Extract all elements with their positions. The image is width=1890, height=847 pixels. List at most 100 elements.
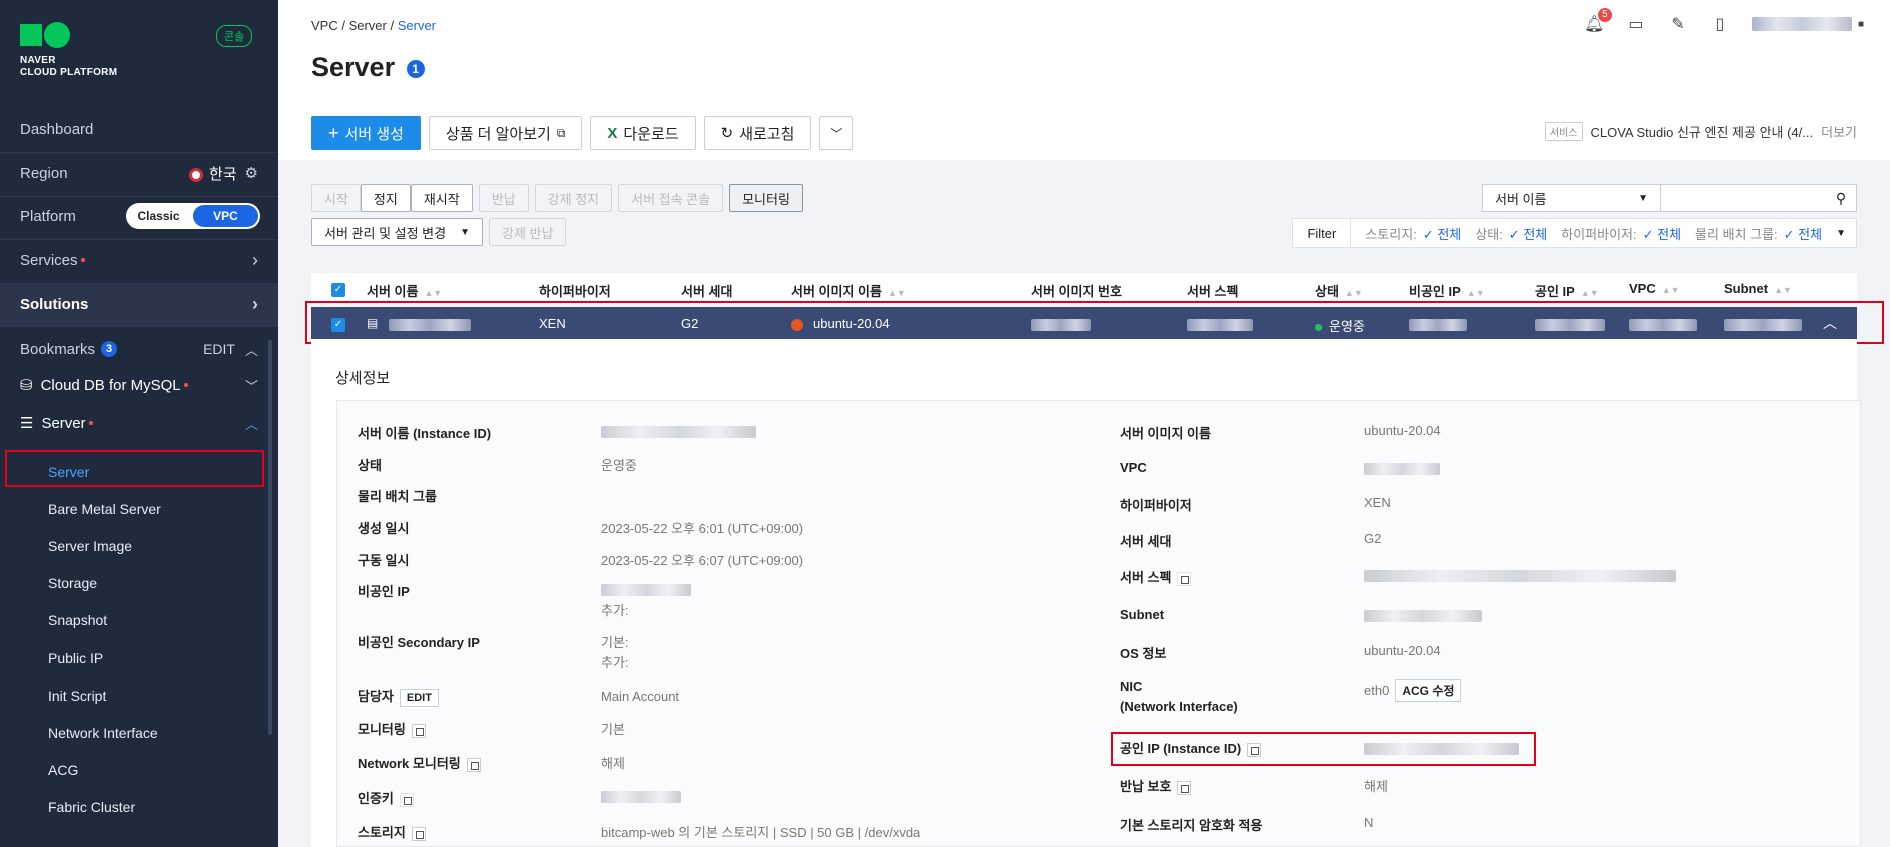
detail-private-ip-add: 추가: [601,603,629,618]
filter-storage[interactable]: 스토리지: ✓ 전체 [1365,224,1461,243]
detail-server-name-redacted [601,423,756,438]
filter-label[interactable]: Filter [1293,219,1352,247]
detail-label-private-ip: 비공인 IP [358,584,410,599]
detail-label-image-name: 서버 이미지 이름 [1120,426,1211,441]
detail-owner: Main Account [601,689,680,704]
owner-edit-button[interactable]: EDIT [399,689,439,707]
help-badge-icon[interactable]: 1 [406,59,425,78]
start-button[interactable]: 시작 [311,184,361,212]
platform-toggle[interactable]: Classic VPC [126,203,260,229]
col-image-name[interactable]: 서버 이미지 이름 ▲▼ [791,281,906,300]
top-icons: 🔔︎ 5 ▭ ✎ ▯ ■ [1584,8,1864,34]
naver-cloud-logo[interactable]: NAVER CLOUD PLATFORM [20,22,117,79]
sidebar-item-snapshot[interactable]: Snapshot [48,612,107,628]
bookmark-server[interactable]: ☰ Server ︿ [0,402,278,444]
col-server-name[interactable]: 서버 이름 ▲▼ [367,281,442,300]
edit-note-icon[interactable]: ✎ [1668,14,1688,34]
search-icon[interactable]: ⚲ [1826,185,1856,211]
detail-generation: G2 [1364,531,1382,546]
nav-dashboard[interactable]: Dashboard [0,108,278,150]
breadcrumb: VPC / Server / Server [311,18,437,33]
console-badge[interactable]: 콘솔 [216,25,253,47]
learn-more-button[interactable]: 상품 더 알아보기 ⧉ [428,116,583,150]
nav-services[interactable]: Services › [0,239,278,281]
stop-button[interactable]: 정지 [360,184,411,212]
filter-placement-group[interactable]: 물리 배치 그룹: ✓ 전체 [1695,224,1822,243]
sidebar-item-acg[interactable]: ACG [48,762,78,778]
force-return-button[interactable]: 강제 반납 [489,218,567,246]
nav-solutions-label: Solutions [20,295,89,313]
chat-icon[interactable]: ▭ [1626,14,1646,34]
sidebar-item-storage[interactable]: Storage [48,575,97,591]
more-dropdown-button[interactable]: ﹀ [819,116,854,150]
col-public-ip[interactable]: 공인 IP ▲▼ [1535,281,1599,300]
detail-nic: eth0 ACG 수정 [1364,679,1462,702]
copy-icon[interactable] [399,792,414,807]
detail-started: 2023-05-22 오후 6:07 (UTC+09:00) [601,553,804,568]
popup-icon[interactable] [1177,780,1192,795]
sidebar-item-bare-metal[interactable]: Bare Metal Server [48,501,161,517]
sidebar-item-fabric-cluster[interactable]: Fabric Cluster [48,799,135,815]
detail-nic-value: eth0 [1364,683,1390,698]
manage-settings-label: 서버 관리 및 설정 변경 [324,225,447,241]
col-subnet[interactable]: Subnet ▲▼ [1724,281,1792,296]
sidebar-item-server-image[interactable]: Server Image [48,538,132,554]
sidebar-item-init-script[interactable]: Init Script [48,688,106,704]
notification-count: 5 [1597,8,1612,22]
sidebar-item-public-ip[interactable]: Public IP [48,650,103,666]
breadcrumb-vpc[interactable]: VPC [311,18,338,33]
bookmarks-label: Bookmarks [20,340,96,358]
search-input[interactable] [1661,185,1826,211]
return-button[interactable]: 반납 [478,184,529,212]
manage-settings-dropdown[interactable]: 서버 관리 및 설정 변경 ▼ [311,218,483,246]
nav-dashboard-label: Dashboard [20,120,94,138]
filter-status[interactable]: 상태: ✓ 전체 [1475,224,1547,243]
col-status[interactable]: 상태 ▲▼ [1315,281,1363,300]
col-vpc[interactable]: VPC ▲▼ [1629,281,1680,296]
chevron-right-icon: › [252,293,258,314]
nav-solutions[interactable]: Solutions › [0,283,278,325]
col-server-spec: 서버 스펙 [1187,284,1239,299]
sidebar-item-network-interface[interactable]: Network Interface [48,725,158,741]
platform-vpc-option[interactable]: VPC [193,205,258,227]
bookmark-cloud-db[interactable]: ⛁ Cloud DB for MySQL ﹀ [0,364,278,406]
server-console-button[interactable]: 서버 접속 콘솔 [618,184,724,212]
restart-button[interactable]: 재시작 [410,184,473,212]
filter-hypervisor-value: 전체 [1657,226,1682,242]
notice-more-link[interactable]: 더보기 [1821,122,1857,141]
detail-return-protect: 해제 [1364,779,1388,794]
monitoring-button[interactable]: 모니터링 [729,184,803,212]
force-stop-button[interactable]: 강제 정지 [534,184,613,212]
sidebar-scrollbar[interactable] [268,340,272,735]
acg-edit-button[interactable]: ACG 수정 [1395,679,1462,702]
copy-icon[interactable] [1177,571,1192,586]
notice-banner[interactable]: 서비스 CLOVA Studio 신규 엔진 제공 안내 (4/... 더보기 [1544,122,1857,141]
select-all-checkbox[interactable]: ✓ [331,280,345,297]
filter-hypervisor-name: 하이퍼바이저: [1561,226,1637,242]
bell-icon[interactable]: 🔔︎ 5 [1584,8,1612,34]
breadcrumb-server[interactable]: Server [349,18,387,33]
filter-hypervisor[interactable]: 하이퍼바이저: ✓ 전체 [1561,224,1681,243]
refresh-button[interactable]: ↻ 새로고침 [703,116,812,150]
user-menu[interactable]: ■ [1751,17,1864,31]
external-link-icon[interactable] [411,826,426,841]
search-field-select[interactable]: 서버 이름 ▼ [1483,185,1661,211]
caret-down-icon[interactable]: ▼ [1836,228,1846,239]
bookmark-server-label: Server [41,414,86,432]
detail-label-network-monitoring: Network 모니터링 [358,753,481,772]
create-server-button[interactable]: + 서버 생성 [311,116,421,150]
detail-storage-label-text: 스토리지 [358,825,406,840]
gear-icon[interactable]: ⚙ [245,164,258,182]
notice-text[interactable]: CLOVA Studio 신규 엔진 제공 안내 (4/... [1591,122,1814,141]
book-icon[interactable]: ▯ [1710,14,1730,34]
popup-icon[interactable] [411,723,426,738]
download-button[interactable]: X 다운로드 [590,116,696,150]
external-link-icon[interactable] [466,757,481,772]
col-private-ip[interactable]: 비공인 IP ▲▼ [1409,281,1485,300]
detail-label-subnet: Subnet [1120,607,1165,622]
platform-classic-option[interactable]: Classic [126,209,191,223]
nav-region[interactable]: Region 한국 ⚙ [0,152,278,194]
chevron-up-icon[interactable]: ︿ [245,340,258,359]
page-title-text: Server [311,52,396,82]
bookmarks-edit-button[interactable]: EDIT [203,341,235,357]
